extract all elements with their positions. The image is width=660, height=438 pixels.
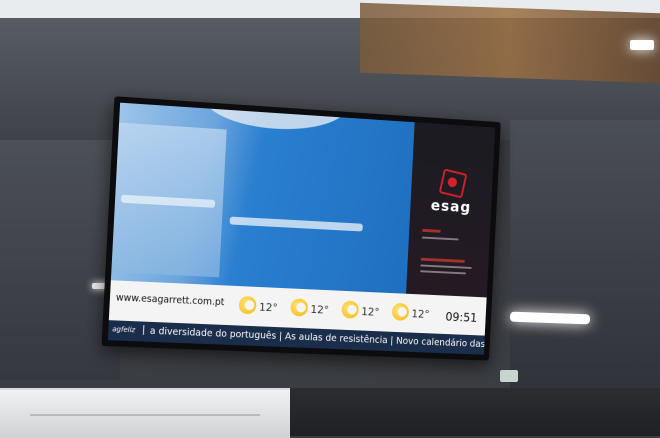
weather-temp: 12° xyxy=(360,305,380,319)
exit-sign xyxy=(500,370,518,382)
tv-display: esag www.esagarrett.com.pt 12° 12° 12° 1… xyxy=(101,96,501,361)
partly-sunny-icon xyxy=(238,295,257,315)
tv-screen: esag www.esagarrett.com.pt 12° 12° 12° 1… xyxy=(107,102,496,355)
sidebar-text-line xyxy=(420,257,465,263)
news-brand: agfeliz xyxy=(112,325,136,335)
weather-temp: 12° xyxy=(258,300,279,315)
weather-item: 12° xyxy=(341,295,391,328)
clock-time: 09:51 xyxy=(445,309,478,325)
sidebar-text-line xyxy=(421,236,459,241)
weather-item: 12° xyxy=(290,292,341,325)
logo-text: esag xyxy=(430,196,472,217)
right-wall xyxy=(510,120,660,400)
partly-sunny-icon xyxy=(290,298,309,317)
weather-item: 12° xyxy=(238,290,289,324)
foreground-panel xyxy=(0,388,290,438)
sidebar-text-line xyxy=(420,270,467,275)
sidebar-text-line xyxy=(422,228,441,233)
news-separator: | xyxy=(141,324,146,336)
reflection-glare xyxy=(229,216,363,232)
weather-temp: 12° xyxy=(310,303,330,317)
esag-logo-icon xyxy=(438,168,468,199)
ceiling-wood-panel xyxy=(360,2,660,84)
lower-room xyxy=(290,388,660,436)
partly-sunny-icon xyxy=(341,300,360,319)
weather-temp: 12° xyxy=(411,307,430,321)
weather-item: 12° xyxy=(391,297,441,330)
ceiling-light xyxy=(630,40,654,50)
partly-sunny-icon xyxy=(391,302,410,321)
main-content-area xyxy=(110,102,415,294)
website-url: www.esagarrett.com.pt xyxy=(115,292,225,309)
sidebar-text-line xyxy=(420,264,472,269)
sidebar-panel: esag xyxy=(406,122,496,298)
